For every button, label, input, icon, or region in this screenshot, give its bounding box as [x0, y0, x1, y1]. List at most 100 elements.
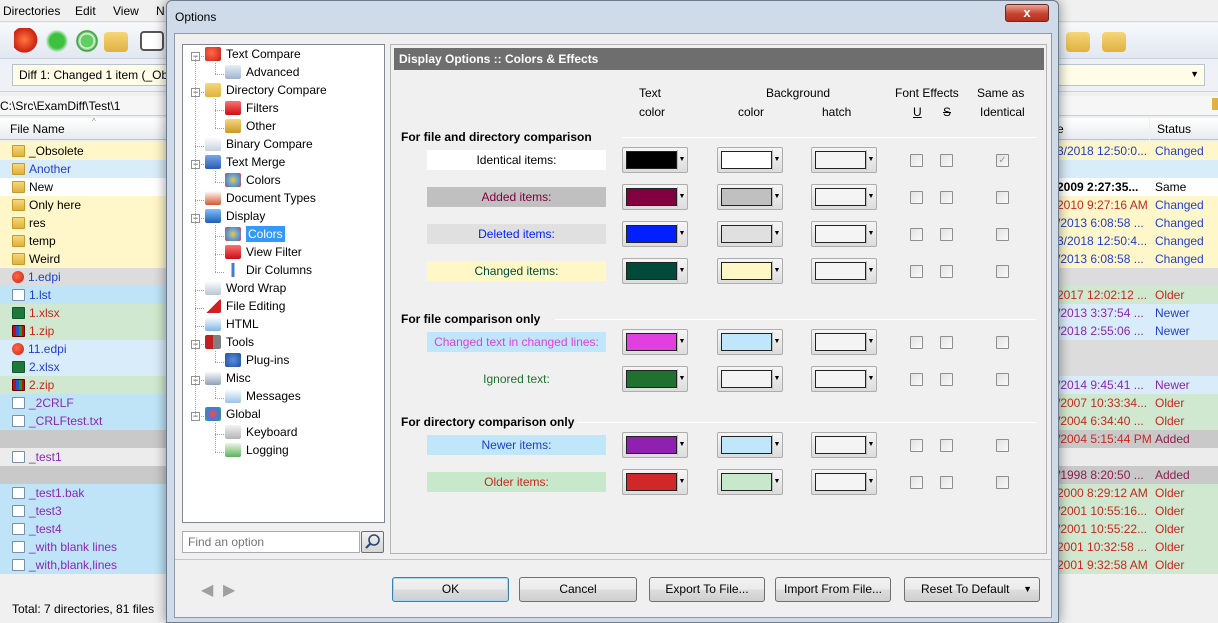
left-list-item[interactable]: 1.edpi	[0, 268, 168, 286]
left-list-item[interactable]: res	[0, 214, 168, 232]
left-list-item[interactable]: 1.xlsx	[0, 304, 168, 322]
right-list-item[interactable]: 3/2018 12:50:0... Changed	[1057, 142, 1218, 160]
right-list-item[interactable]: /2018 2:55:06 ... Newer	[1057, 322, 1218, 340]
right-list-item[interactable]: /2004 5:15:44 PM Added	[1057, 430, 1218, 448]
left-list-item[interactable]: New	[0, 178, 168, 196]
tree-item-keyboard[interactable]: Keyboard	[225, 425, 297, 443]
left-list-item[interactable]: temp	[0, 232, 168, 250]
left-list-item[interactable]: _CRLFtest.txt	[0, 412, 168, 430]
tree-item-global[interactable]: Global	[205, 407, 261, 425]
left-list-item[interactable]	[0, 430, 168, 448]
background-color-picker[interactable]: ▼	[717, 469, 783, 495]
tree-item-colors[interactable]: Colors	[225, 226, 285, 245]
text-color-picker[interactable]: ▼	[622, 147, 688, 173]
tree-item-document-types[interactable]: Document Types	[205, 191, 316, 209]
text-color-picker[interactable]: ▼	[622, 184, 688, 210]
diff-combo-right[interactable]: ▼	[1057, 64, 1205, 86]
hatch-picker[interactable]: ▼	[811, 432, 877, 458]
column-file-name[interactable]: File Name ^	[0, 117, 168, 140]
background-color-picker[interactable]: ▼	[717, 147, 783, 173]
right-list-item[interactable]	[1057, 448, 1218, 466]
background-color-picker[interactable]: ▼	[717, 432, 783, 458]
underline-checkbox[interactable]	[910, 373, 923, 386]
diff-combo[interactable]: Diff 1: Changed 1 item (_Ob	[12, 64, 168, 86]
hatch-picker[interactable]: ▼	[811, 258, 877, 284]
folder-search-icon[interactable]	[1066, 32, 1090, 52]
right-list-item[interactable]: /2001 10:55:16... Older	[1057, 502, 1218, 520]
strikeout-checkbox[interactable]	[940, 373, 953, 386]
right-list-item[interactable]	[1057, 340, 1218, 358]
export-button[interactable]: Export To File...	[649, 577, 765, 602]
refresh-icon[interactable]	[44, 28, 70, 54]
same-as-identical-checkbox[interactable]	[996, 265, 1009, 278]
same-as-identical-checkbox[interactable]	[996, 439, 1009, 452]
menu-partial[interactable]: N	[156, 4, 165, 18]
tree-item-view-filter[interactable]: View Filter	[225, 245, 302, 263]
recompare-icon[interactable]	[74, 28, 100, 54]
chevron-down-icon[interactable]: ▼	[1023, 578, 1032, 601]
left-list-item[interactable]: 2.xlsx	[0, 358, 168, 376]
tree-item-plug-ins[interactable]: Plug-ins	[225, 353, 289, 371]
background-color-picker[interactable]: ▼	[717, 221, 783, 247]
same-as-identical-checkbox[interactable]	[996, 191, 1009, 204]
background-color-picker[interactable]: ▼	[717, 258, 783, 284]
hatch-picker[interactable]: ▼	[811, 469, 877, 495]
strikeout-checkbox[interactable]	[940, 439, 953, 452]
left-list-item[interactable]: _test1.bak	[0, 484, 168, 502]
tree-item-text-merge[interactable]: Text Merge	[205, 155, 285, 173]
right-list-item[interactable]: 2001 9:32:58 AM Older	[1057, 556, 1218, 574]
tree-item-text-compare[interactable]: Text Compare	[205, 47, 301, 65]
hatch-picker[interactable]: ▼	[811, 184, 877, 210]
compare-icon[interactable]	[14, 28, 40, 54]
strikeout-checkbox[interactable]	[940, 476, 953, 489]
underline-checkbox[interactable]	[910, 336, 923, 349]
text-color-picker[interactable]: ▼	[622, 366, 688, 392]
layout-icon[interactable]	[140, 31, 164, 51]
tree-item-dir-columns[interactable]: Dir Columns	[225, 263, 312, 281]
right-list-item[interactable]	[1057, 268, 1218, 286]
left-list-item[interactable]: _Obsolete	[0, 142, 168, 160]
back-arrow-icon[interactable]: ◀	[201, 580, 213, 600]
left-list-item[interactable]: Weird	[0, 250, 168, 268]
import-button[interactable]: Import From File...	[775, 577, 891, 602]
tree-item-misc[interactable]: Misc	[205, 371, 251, 389]
tree-item-colors[interactable]: Colors	[225, 173, 281, 191]
background-color-picker[interactable]: ▼	[717, 329, 783, 355]
chevron-down-icon[interactable]: ▼	[1190, 69, 1199, 79]
underline-checkbox[interactable]	[910, 439, 923, 452]
right-list-item[interactable]	[1057, 160, 1218, 178]
search-button[interactable]	[361, 531, 384, 553]
forward-arrow-icon[interactable]: ▶	[223, 580, 235, 600]
text-color-picker[interactable]: ▼	[622, 258, 688, 284]
right-list-item[interactable]: /2001 10:55:22... Older	[1057, 520, 1218, 538]
left-list-item[interactable]: Another	[0, 160, 168, 178]
underline-checkbox[interactable]	[910, 476, 923, 489]
strikeout-checkbox[interactable]	[940, 265, 953, 278]
left-list-item[interactable]: 11.edpi	[0, 340, 168, 358]
right-list-item[interactable]: /1998 8:20:50 ... Added	[1057, 466, 1218, 484]
tree-item-directory-compare[interactable]: Directory Compare	[205, 83, 327, 101]
strikeout-checkbox[interactable]	[940, 191, 953, 204]
close-button[interactable]: x	[1005, 4, 1049, 22]
text-color-picker[interactable]: ▼	[622, 432, 688, 458]
hatch-picker[interactable]: ▼	[811, 329, 877, 355]
left-list-item[interactable]: _test4	[0, 520, 168, 538]
right-list-item[interactable]: 2009 2:27:35... Same	[1057, 178, 1218, 196]
right-list-item[interactable]: /2013 6:08:58 ... Changed	[1057, 214, 1218, 232]
left-list-item[interactable]: _with,blank,lines	[0, 556, 168, 574]
background-color-picker[interactable]: ▼	[717, 184, 783, 210]
same-as-identical-checkbox[interactable]	[996, 476, 1009, 489]
cancel-button[interactable]: Cancel	[519, 577, 637, 602]
strikeout-checkbox[interactable]	[940, 154, 953, 167]
text-color-picker[interactable]: ▼	[622, 469, 688, 495]
left-list-item[interactable]: Only here	[0, 196, 168, 214]
background-color-picker[interactable]: ▼	[717, 366, 783, 392]
tree-item-filters[interactable]: Filters	[225, 101, 279, 119]
hatch-picker[interactable]: ▼	[811, 366, 877, 392]
underline-checkbox[interactable]	[910, 265, 923, 278]
reset-button[interactable]: Reset To Default ▼	[904, 577, 1040, 602]
strikeout-checkbox[interactable]	[940, 336, 953, 349]
right-list-item[interactable]: /2014 9:45:41 ... Newer	[1057, 376, 1218, 394]
right-list-item[interactable]: /2013 6:08:58 ... Changed	[1057, 250, 1218, 268]
left-list-item[interactable]: _test1	[0, 448, 168, 466]
